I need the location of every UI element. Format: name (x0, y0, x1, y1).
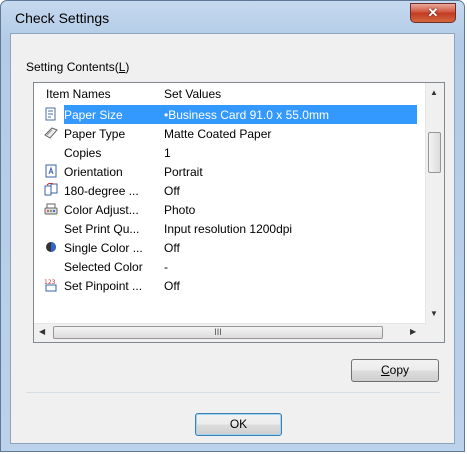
list-item[interactable]: 123 Set Pinpoint ... Off (34, 276, 427, 295)
separator (26, 392, 440, 393)
settings-listview[interactable]: Item Names Set Values Paper Size •Busines… (33, 82, 445, 343)
item-name: Color Adjust... (64, 203, 139, 217)
ok-button[interactable]: OK (195, 413, 282, 436)
item-name: Copies (64, 146, 102, 160)
title-bar: Check Settings ✕ (1, 1, 464, 33)
list-item[interactable]: Copies 1 (34, 143, 427, 162)
grip-icon: III (214, 327, 222, 337)
paper-size-icon (44, 107, 58, 121)
scroll-right-icon[interactable]: ▶ (410, 327, 416, 336)
item-name: Paper Size (64, 108, 123, 122)
list-item[interactable]: Color Adjust... Photo (34, 200, 427, 219)
item-name: Selected Color (64, 260, 143, 274)
list-header: Item Names Set Values (34, 83, 427, 105)
list-item[interactable]: Selected Color - (34, 257, 427, 276)
set-value: Off (164, 279, 180, 293)
set-value: Input resolution 1200dpi (164, 222, 293, 236)
list-item[interactable]: Orientation Portrait (34, 162, 427, 181)
pinpoint-icon: 123 (44, 278, 58, 292)
column-header-set-values[interactable]: Set Values (164, 87, 221, 101)
single-color-icon (44, 240, 58, 254)
set-value: - (164, 260, 168, 274)
close-icon: ✕ (427, 5, 439, 20)
list-item[interactable]: Paper Type Matte Coated Paper (34, 124, 427, 143)
list-item[interactable]: Set Print Qu... Input resolution 1200dpi (34, 219, 427, 238)
scroll-down-icon[interactable]: ▼ (430, 309, 438, 318)
set-value: Portrait (164, 165, 203, 179)
vertical-scrollbar[interactable]: ▲ ▼ (425, 83, 444, 325)
set-value: Matte Coated Paper (164, 127, 272, 141)
paper-type-icon (44, 126, 58, 140)
vertical-scroll-thumb[interactable] (428, 132, 441, 173)
set-value: Photo (164, 203, 196, 217)
set-value: Off (164, 184, 180, 198)
item-name: Paper Type (64, 127, 126, 141)
orientation-icon (44, 164, 58, 178)
copy-button[interactable]: Copy (351, 359, 439, 382)
list-item[interactable]: Paper Size •Business Card 91.0 x 55.0mm (34, 105, 427, 124)
scroll-corner (426, 324, 444, 342)
scroll-left-icon[interactable]: ◀ (39, 327, 45, 336)
set-value: 1 (164, 146, 171, 160)
window-title: Check Settings (15, 10, 110, 26)
rotate-180-icon (44, 182, 58, 197)
color-adjust-icon (44, 202, 58, 216)
set-value: •Business Card 91.0 x 55.0mm (164, 108, 329, 122)
item-name: Set Print Qu... (64, 222, 140, 236)
item-name: 180-degree ... (64, 184, 139, 198)
scroll-up-icon[interactable]: ▲ (430, 88, 438, 97)
item-name: Single Color ... (64, 241, 143, 255)
item-name: Orientation (64, 165, 123, 179)
close-button[interactable]: ✕ (410, 3, 456, 23)
set-value: Off (164, 241, 180, 255)
column-header-item-names[interactable]: Item Names (46, 87, 111, 101)
list-item[interactable]: Single Color ... Off (34, 238, 427, 257)
list-item[interactable]: 180-degree ... Off (34, 181, 427, 200)
setting-contents-label: Setting Contents(L) (26, 60, 130, 74)
horizontal-scroll-thumb[interactable]: III (53, 326, 383, 339)
item-name: Set Pinpoint ... (64, 279, 143, 293)
horizontal-scrollbar[interactable]: ◀ III ▶ (34, 323, 427, 342)
